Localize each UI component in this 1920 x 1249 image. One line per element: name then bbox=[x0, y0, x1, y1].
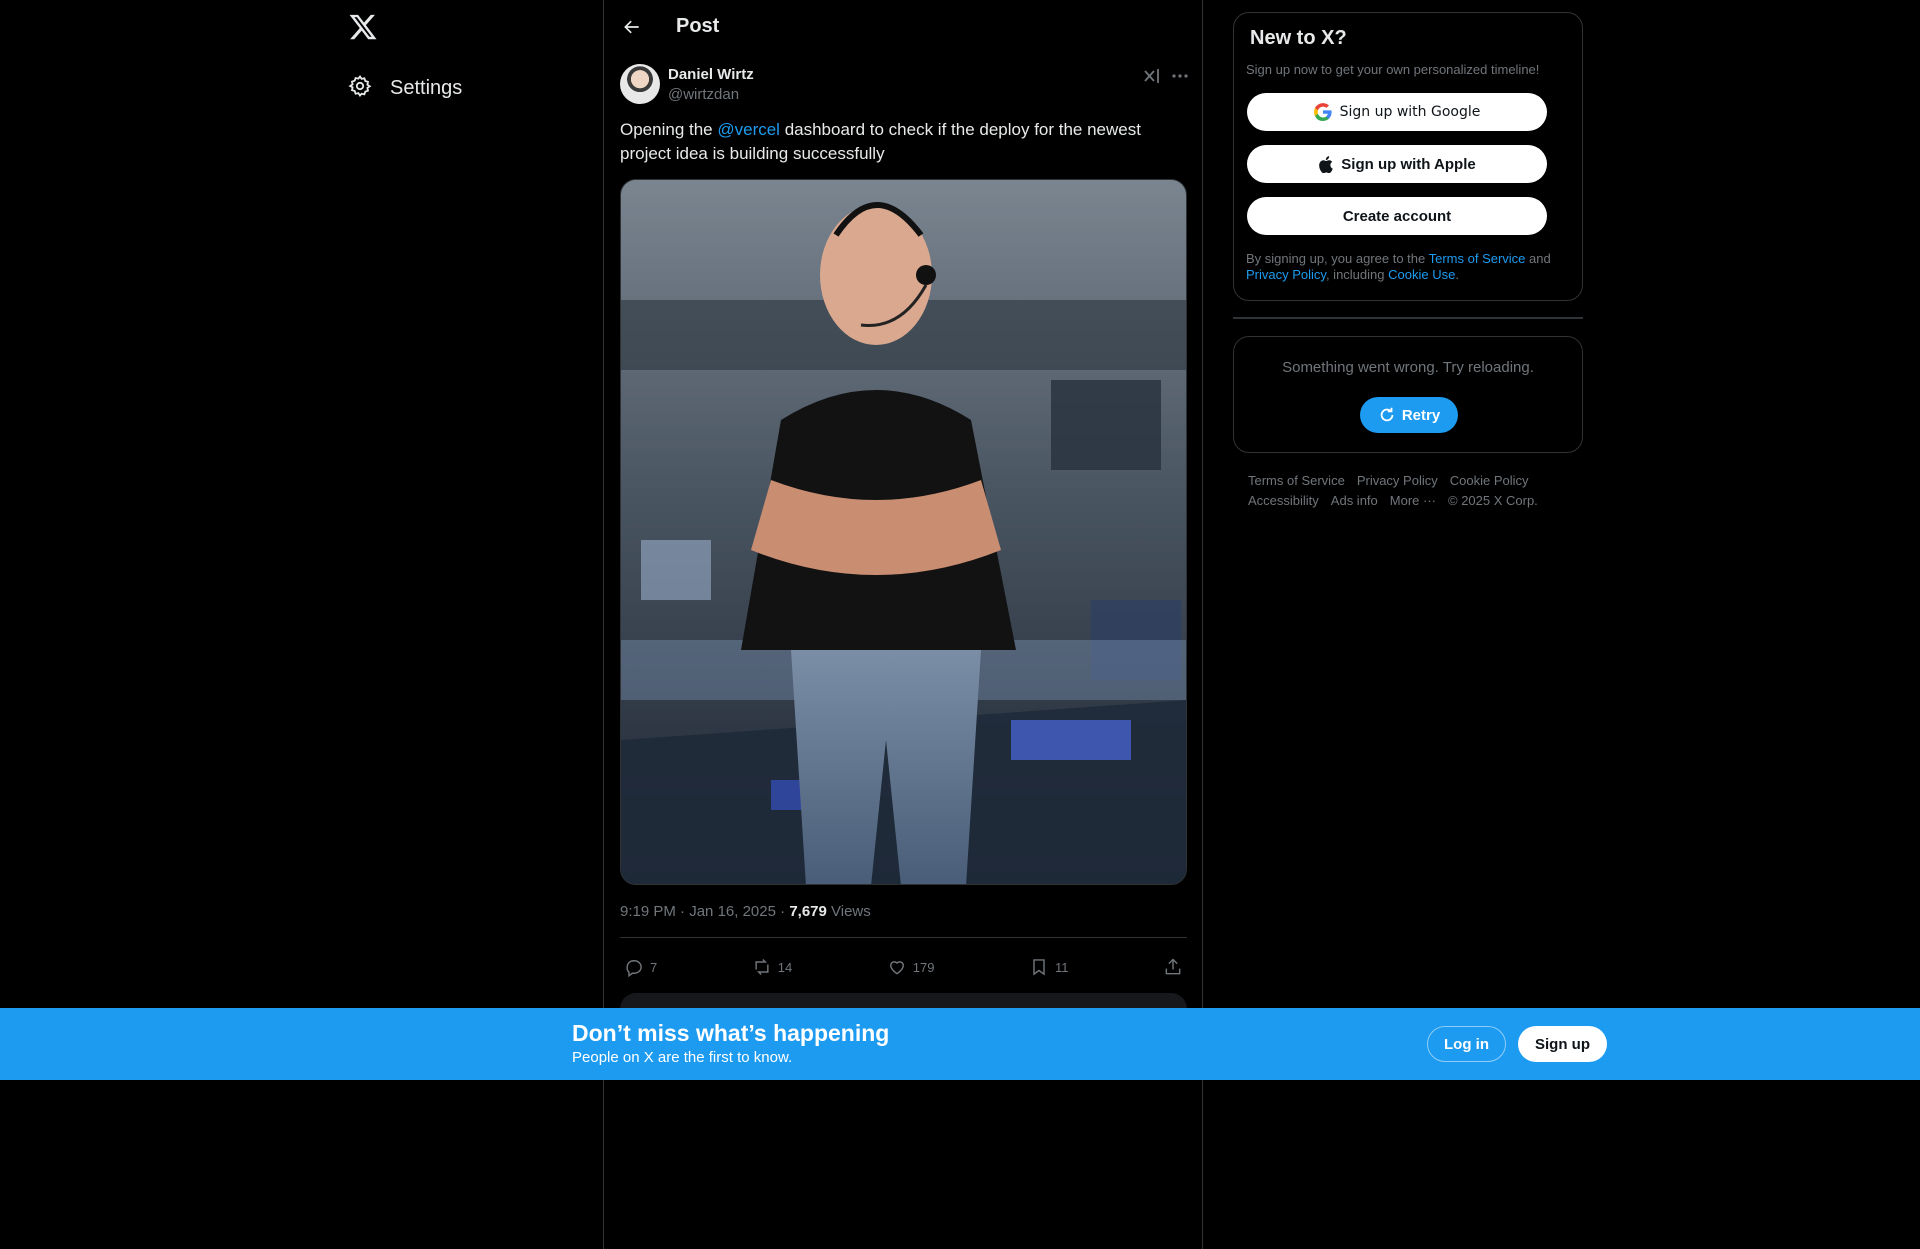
reply-count: 7 bbox=[650, 959, 658, 975]
apple-icon bbox=[1319, 155, 1333, 173]
repost-icon bbox=[755, 958, 769, 976]
footer-ads-link[interactable]: Ads info bbox=[1331, 491, 1378, 511]
retry-label: Retry bbox=[1401, 406, 1441, 424]
reply-icon bbox=[626, 960, 642, 977]
signup-button[interactable]: Sign up bbox=[1518, 1026, 1607, 1062]
signup-subtitle: Sign up now to get your own personalized… bbox=[1246, 62, 1540, 77]
terms-link[interactable]: Terms of Service bbox=[1429, 251, 1526, 266]
bookmark-icon bbox=[1033, 959, 1045, 976]
views-count: 7,679 bbox=[789, 903, 827, 920]
footer-terms-link[interactable]: Terms of Service bbox=[1248, 471, 1345, 491]
signup-apple-button[interactable]: Sign up with Apple bbox=[1247, 145, 1547, 183]
author-handle[interactable]: @wirtzdan bbox=[668, 86, 739, 103]
banner-subtitle: People on X are the first to know. bbox=[572, 1049, 793, 1066]
author-name[interactable]: Daniel Wirtz bbox=[668, 66, 754, 83]
error-card: Something went wrong. Try reloading. Ret… bbox=[1233, 336, 1583, 453]
post-time[interactable]: 9:19 PM bbox=[620, 903, 676, 920]
arrow-left-icon bbox=[624, 20, 639, 34]
retry-button[interactable]: Retry bbox=[1360, 397, 1458, 433]
login-button[interactable]: Log in bbox=[1427, 1026, 1506, 1062]
like-count: 179 bbox=[912, 959, 935, 975]
mention-link[interactable]: @vercel bbox=[717, 120, 780, 139]
page-title: Post bbox=[676, 15, 720, 37]
google-icon bbox=[1313, 103, 1332, 121]
footer-cookie-link[interactable]: Cookie Policy bbox=[1450, 471, 1529, 491]
create-account-button[interactable]: Create account bbox=[1247, 197, 1547, 235]
create-account-label: Create account bbox=[1342, 207, 1452, 225]
share-button[interactable] bbox=[1163, 957, 1183, 977]
grok-icon[interactable] bbox=[1142, 66, 1162, 86]
legal-and: and bbox=[1525, 251, 1551, 266]
reply-button[interactable]: 7 bbox=[624, 957, 657, 977]
post-actions: 7 14 179 11 bbox=[620, 950, 1187, 984]
refresh-icon bbox=[1380, 407, 1394, 422]
meta-sep: · bbox=[775, 903, 790, 920]
heart-icon bbox=[889, 961, 904, 975]
footer-links: Terms of Service Privacy Policy Cookie Pol… bbox=[1248, 471, 1578, 511]
post-date[interactable]: Jan 16, 2025 bbox=[689, 903, 776, 920]
nav-settings-label: Settings bbox=[390, 76, 463, 99]
footer-more-link[interactable]: More ··· bbox=[1390, 491, 1436, 511]
bookmark-button[interactable]: 11 bbox=[1029, 957, 1069, 977]
privacy-link[interactable]: Privacy Policy bbox=[1246, 267, 1326, 282]
like-button[interactable]: 179 bbox=[887, 957, 935, 977]
divider bbox=[620, 937, 1187, 938]
signup-card: New to X? Sign up now to get your own pe… bbox=[1233, 12, 1583, 301]
cookie-link[interactable]: Cookie Use bbox=[1388, 267, 1455, 282]
post-image[interactable] bbox=[620, 179, 1187, 885]
back-button[interactable] bbox=[617, 12, 647, 42]
legal-prefix: By signing up, you agree to the bbox=[1246, 251, 1429, 266]
footer-accessibility-link[interactable]: Accessibility bbox=[1248, 491, 1319, 511]
more-options-icon[interactable] bbox=[1170, 66, 1190, 86]
post-header: Post bbox=[604, 0, 1202, 53]
repost-count: 14 bbox=[777, 959, 793, 975]
copyright-text: © 2025 X Corp. bbox=[1448, 493, 1538, 508]
meta-sep: · bbox=[675, 903, 690, 920]
error-message: Something went wrong. Try reloading. bbox=[1282, 359, 1534, 376]
post-text: Opening the @vercel dashboard to check i… bbox=[620, 118, 1180, 166]
signup-google-label: Sign up with Google bbox=[1339, 104, 1481, 120]
signup-title: New to X? bbox=[1250, 27, 1347, 49]
banner-title: Don’t miss what’s happening bbox=[572, 1020, 890, 1046]
x-logo-icon[interactable] bbox=[348, 12, 378, 42]
avatar[interactable] bbox=[620, 64, 660, 104]
signup-google-button[interactable]: Sign up with Google bbox=[1247, 93, 1547, 131]
signup-legal-text: By signing up, you agree to the Terms of… bbox=[1246, 251, 1566, 283]
nav-item-settings[interactable]: Settings bbox=[340, 68, 470, 108]
legal-end: . bbox=[1455, 267, 1459, 282]
share-icon bbox=[1165, 958, 1181, 975]
divider bbox=[1233, 317, 1583, 319]
signup-apple-label: Sign up with Apple bbox=[1341, 155, 1476, 173]
post-meta: 9:19 PM · Jan 16, 2025 · 7,679 Views bbox=[620, 903, 871, 920]
signup-banner: Don’t miss what’s happening People on X … bbox=[0, 1008, 1920, 1080]
bookmark-count: 11 bbox=[1054, 959, 1069, 975]
footer-privacy-link[interactable]: Privacy Policy bbox=[1357, 471, 1438, 491]
repost-button[interactable]: 14 bbox=[752, 957, 792, 977]
gear-icon bbox=[348, 74, 372, 103]
post-text-before: Opening the bbox=[620, 120, 718, 139]
legal-including: , including bbox=[1325, 267, 1389, 282]
views-label: Views bbox=[826, 903, 871, 920]
